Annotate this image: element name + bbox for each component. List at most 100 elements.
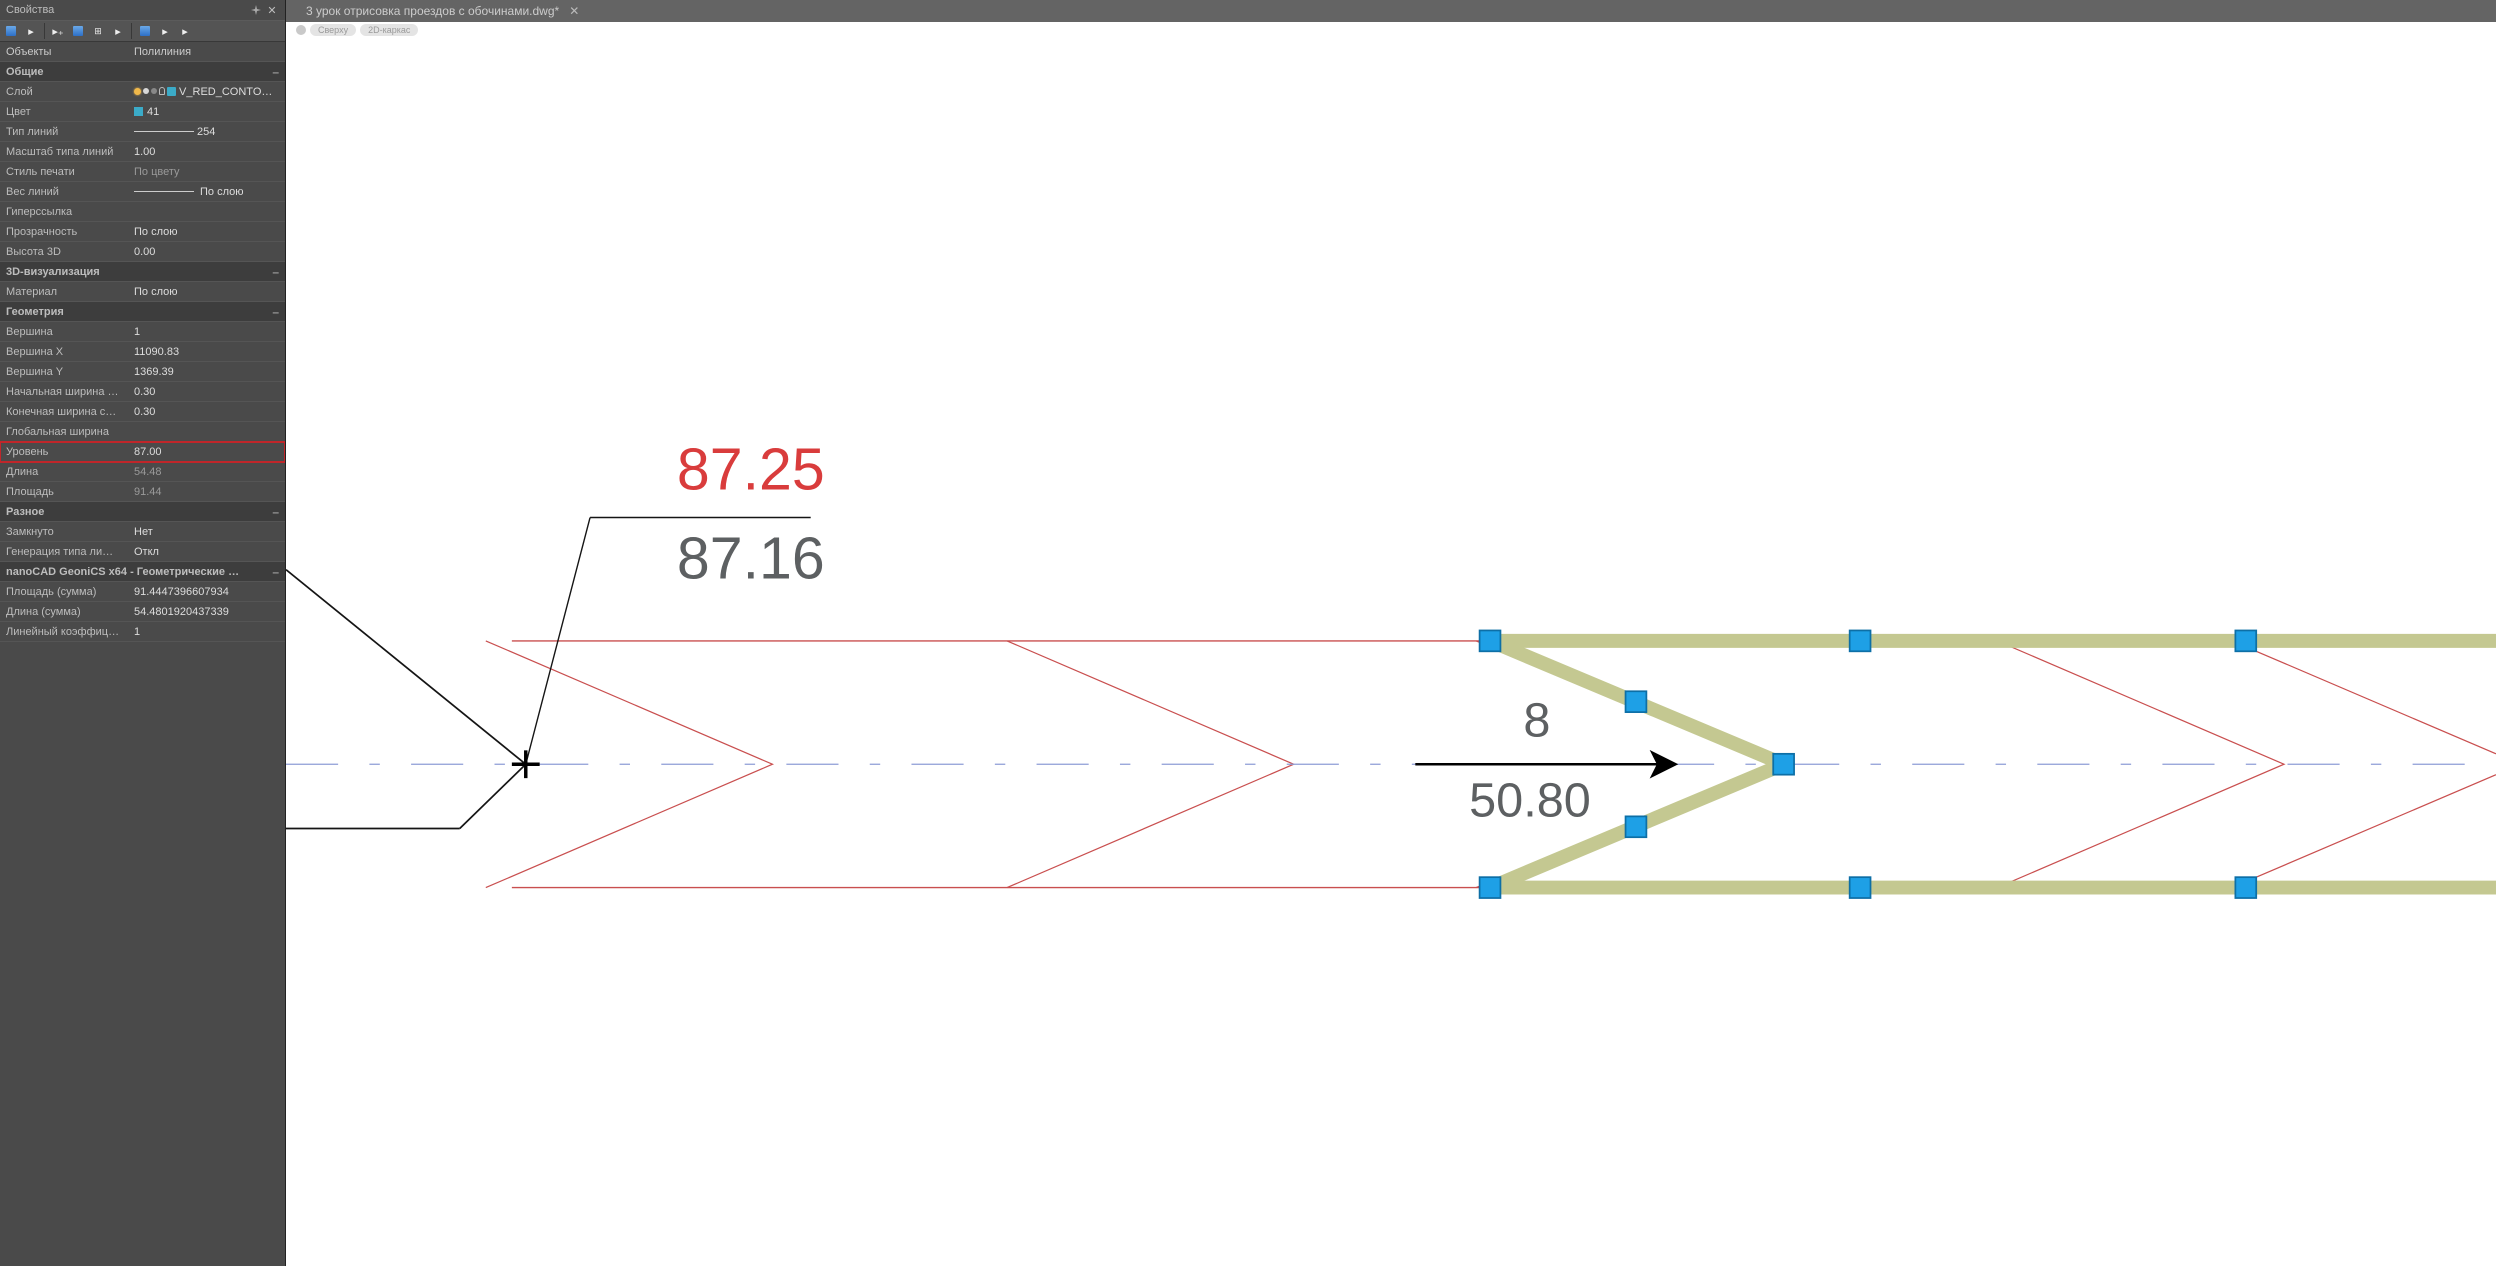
- pin-icon[interactable]: [249, 3, 263, 17]
- property-value[interactable]: 91.44: [130, 486, 285, 498]
- property-label: Площадь (сумма): [0, 586, 130, 598]
- property-row[interactable]: Линейный коэффиц…1: [0, 622, 285, 642]
- collapse-icon[interactable]: –: [272, 565, 279, 579]
- property-value[interactable]: Нет: [130, 526, 285, 538]
- object-type-value: Полилиния: [130, 46, 285, 58]
- property-value[interactable]: 54.4801920437339: [130, 606, 285, 618]
- view-chip-1[interactable]: Сверху: [310, 24, 356, 36]
- section-header[interactable]: Разное–: [0, 502, 285, 522]
- property-label: Материал: [0, 286, 130, 298]
- lineweight-preview: [134, 191, 194, 192]
- property-label: Вершина X: [0, 346, 130, 358]
- property-row[interactable]: Площадь91.44: [0, 482, 285, 502]
- property-label: Гиперссылка: [0, 206, 130, 218]
- property-row[interactable]: Стиль печатиПо цвету: [0, 162, 285, 182]
- property-row[interactable]: Вершина1: [0, 322, 285, 342]
- property-label: Стиль печати: [0, 166, 130, 178]
- property-value[interactable]: 41: [130, 106, 285, 118]
- section-header[interactable]: nanoCAD GeoniCS x64 - Геометрические …–: [0, 562, 285, 582]
- property-value[interactable]: 91.4447396607934: [130, 586, 285, 598]
- slope-den: 50.80: [1469, 773, 1591, 827]
- properties-list: Объекты Полилиния Общие–Слой V_RED_CONTO…: [0, 42, 285, 1266]
- property-row[interactable]: Начальная ширина …0.30: [0, 382, 285, 402]
- property-row[interactable]: Глобальная ширина: [0, 422, 285, 442]
- tb-tool-2-icon[interactable]: ▸: [156, 22, 174, 40]
- property-value[interactable]: 0.00: [130, 246, 285, 258]
- property-row[interactable]: Масштаб типа линий1.00: [0, 142, 285, 162]
- close-icon[interactable]: ✕: [569, 4, 579, 18]
- property-value[interactable]: 11090.83: [130, 346, 285, 358]
- property-value[interactable]: Откл: [130, 546, 285, 558]
- property-row[interactable]: Слой V_RED_CONTO…: [0, 82, 285, 102]
- section-header[interactable]: Геометрия–: [0, 302, 285, 322]
- collapse-icon[interactable]: –: [272, 505, 279, 519]
- panel-title: Свойства: [6, 4, 247, 16]
- tb-more-icon[interactable]: ▸: [109, 22, 127, 40]
- property-row[interactable]: Площадь (сумма)91.4447396607934: [0, 582, 285, 602]
- tb-cursor-icon[interactable]: ▸: [22, 22, 40, 40]
- property-value[interactable]: По цвету: [130, 166, 285, 178]
- property-row[interactable]: Вершина Y1369.39: [0, 362, 285, 382]
- property-label: Масштаб типа линий: [0, 146, 130, 158]
- property-row[interactable]: Длина (сумма)54.4801920437339: [0, 602, 285, 622]
- panel-toolbar: ▸ ▸₊ ⊞ ▸ ▸ ▸: [0, 20, 285, 42]
- property-value[interactable]: 1: [130, 626, 285, 638]
- tb-select-icon[interactable]: [2, 22, 20, 40]
- tb-divider-2: [131, 23, 132, 39]
- property-value[interactable]: 0.30: [130, 386, 285, 398]
- section-title: Геометрия: [0, 306, 285, 318]
- home-chip[interactable]: [296, 25, 306, 35]
- document-tab-bar: 3 урок отрисовка проездов с обочинами.dw…: [286, 0, 2496, 22]
- nav-strip: Сверху 2D-каркас: [286, 22, 2496, 38]
- drawing-canvas[interactable]: 8 50.80: [286, 38, 2496, 1266]
- collapse-icon[interactable]: –: [272, 265, 279, 279]
- tb-tool-1-icon[interactable]: [136, 22, 154, 40]
- property-value[interactable]: По слою: [130, 186, 285, 198]
- section-header[interactable]: Общие–: [0, 62, 285, 82]
- section-title: nanoCAD GeoniCS x64 - Геометрические …: [0, 566, 285, 578]
- property-value[interactable]: 1369.39: [130, 366, 285, 378]
- property-row[interactable]: Длина54.48: [0, 462, 285, 482]
- document-tab-title: 3 урок отрисовка проездов с обочинами.dw…: [306, 4, 559, 18]
- tb-table-icon[interactable]: ⊞: [89, 22, 107, 40]
- collapse-icon[interactable]: –: [272, 305, 279, 319]
- view-chip-2[interactable]: 2D-каркас: [360, 24, 418, 36]
- property-label: Тип линий: [0, 126, 130, 138]
- property-value[interactable]: V_RED_CONTO…: [130, 86, 285, 98]
- property-value[interactable]: 254: [130, 126, 285, 138]
- linetype-preview: [134, 131, 194, 132]
- document-tab[interactable]: 3 урок отрисовка проездов с обочинами.dw…: [306, 4, 579, 18]
- property-row[interactable]: Конечная ширина с…0.30: [0, 402, 285, 422]
- property-row[interactable]: Высота 3D0.00: [0, 242, 285, 262]
- property-value[interactable]: По слою: [130, 286, 285, 298]
- property-value[interactable]: По слою: [130, 226, 285, 238]
- object-type-row[interactable]: Объекты Полилиния: [0, 42, 285, 62]
- property-label: Цвет: [0, 106, 130, 118]
- property-row[interactable]: МатериалПо слою: [0, 282, 285, 302]
- property-label: Линейный коэффиц…: [0, 626, 130, 638]
- property-row[interactable]: Цвет41: [0, 102, 285, 122]
- close-icon[interactable]: ✕: [265, 3, 279, 17]
- property-row[interactable]: ПрозрачностьПо слою: [0, 222, 285, 242]
- property-value[interactable]: 1: [130, 326, 285, 338]
- property-value[interactable]: 87.00: [130, 446, 285, 458]
- section-title: Разное: [0, 506, 285, 518]
- property-row[interactable]: Тип линий 254: [0, 122, 285, 142]
- property-row[interactable]: Вес линийПо слою: [0, 182, 285, 202]
- property-row[interactable]: Гиперссылка: [0, 202, 285, 222]
- property-row[interactable]: ЗамкнутоНет: [0, 522, 285, 542]
- property-label: Площадь: [0, 486, 130, 498]
- property-row[interactable]: Уровень87.00: [0, 442, 285, 462]
- tb-filter-icon[interactable]: [69, 22, 87, 40]
- tb-divider: [44, 23, 45, 39]
- property-value[interactable]: 54.48: [130, 466, 285, 478]
- property-row[interactable]: Вершина X11090.83: [0, 342, 285, 362]
- property-value[interactable]: 0.30: [130, 406, 285, 418]
- section-header[interactable]: 3D-визуализация–: [0, 262, 285, 282]
- property-value[interactable]: 1.00: [130, 146, 285, 158]
- collapse-icon[interactable]: –: [272, 65, 279, 79]
- section-title: 3D-визуализация: [0, 266, 285, 278]
- property-row[interactable]: Генерация типа ли…Откл: [0, 542, 285, 562]
- tb-tool-3-icon[interactable]: ▸: [176, 22, 194, 40]
- tb-pick-add-icon[interactable]: ▸₊: [49, 22, 67, 40]
